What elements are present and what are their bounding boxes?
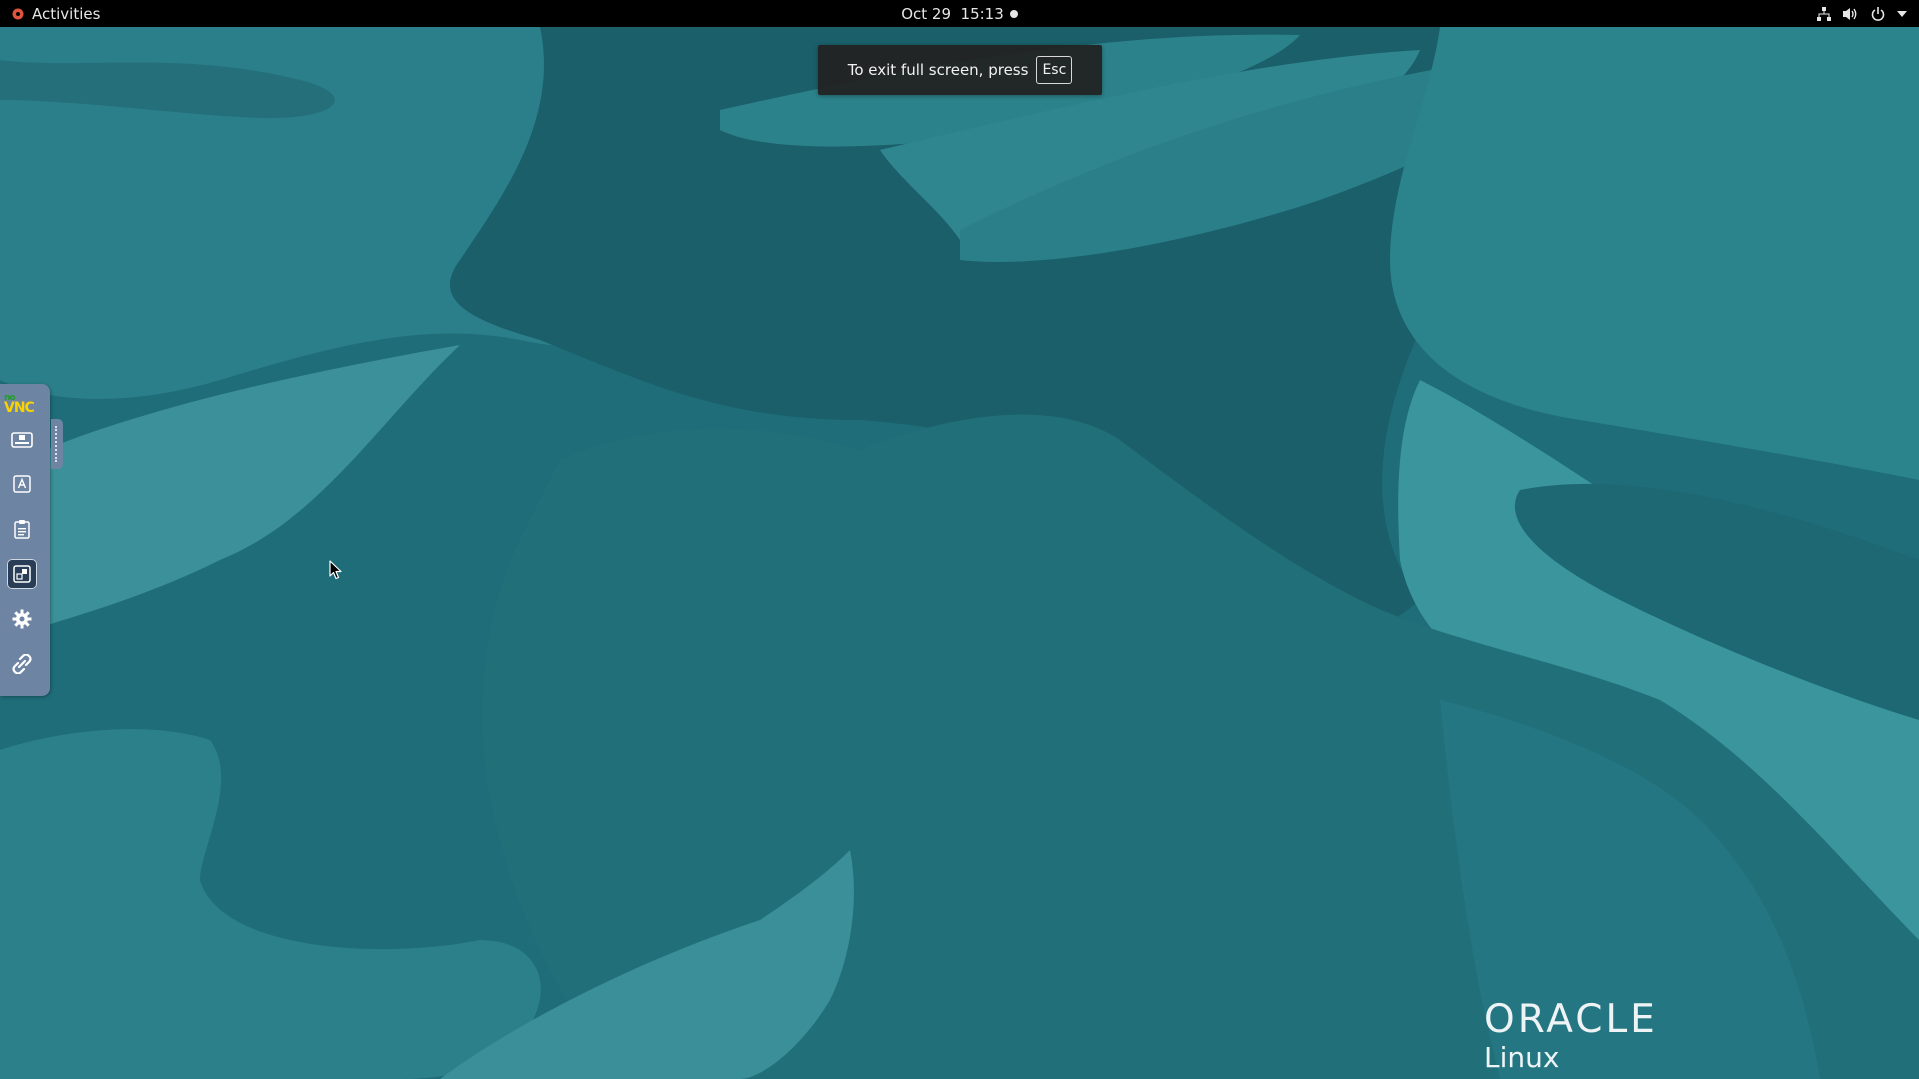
system-tray[interactable] [1817, 0, 1907, 27]
disconnect-icon [12, 654, 32, 674]
esc-key-hint: Esc [1036, 56, 1073, 84]
network-icon[interactable] [1817, 6, 1831, 21]
oracle-linux-logo: ORACLE Linux [1484, 1000, 1658, 1074]
keyboard-button[interactable] [7, 469, 37, 499]
disconnect-button[interactable] [7, 649, 37, 679]
settings-gear-icon [12, 609, 32, 629]
extra-keys-icon [11, 432, 33, 448]
oracle-wordmark: ORACLE [1484, 997, 1658, 1042]
linux-wordmark: Linux [1484, 1041, 1560, 1074]
fullscreen-button[interactable] [7, 559, 37, 589]
novnc-control-bar-handle[interactable] [51, 419, 63, 469]
settings-button[interactable] [7, 604, 37, 634]
desktop-wallpaper [0, 0, 1919, 1079]
clipboard-button[interactable] [7, 514, 37, 544]
volume-icon[interactable] [1843, 7, 1859, 21]
novnc-control-bar: no VNC [0, 384, 50, 696]
clock-text: Oct 29 15:13 [901, 4, 1004, 23]
power-icon[interactable] [1871, 6, 1885, 21]
novnc-logo: no VNC [4, 393, 35, 416]
keyboard-icon [13, 475, 31, 493]
mouse-pointer-icon [329, 560, 342, 580]
notification-dot-icon [1009, 9, 1018, 18]
gnome-top-bar: Activities Oct 29 15:13 [0, 0, 1919, 27]
clipboard-icon [14, 520, 30, 539]
fullscreen-icon [13, 565, 31, 583]
chevron-down-icon[interactable] [1897, 10, 1907, 17]
handle-grip-icon [54, 426, 60, 462]
fullscreen-notice-text: To exit full screen, press [847, 61, 1029, 79]
fullscreen-exit-notice: To exit full screen, press Esc [818, 45, 1102, 95]
extra-keys-button[interactable] [7, 424, 37, 454]
clock-button[interactable]: Oct 29 15:13 [0, 0, 1919, 27]
